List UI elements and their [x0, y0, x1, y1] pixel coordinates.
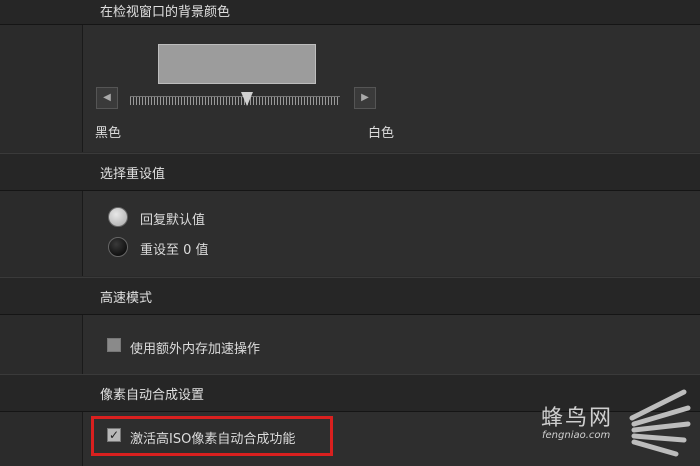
extra-memory-checkbox[interactable] — [107, 338, 121, 352]
radio-reset-zero[interactable] — [108, 237, 128, 257]
extra-memory-label: 使用额外内存加速操作 — [130, 342, 261, 357]
watermark-subtitle: fengniao.com — [542, 430, 611, 441]
reset-section-body — [0, 191, 700, 276]
bg-color-slider-thumb[interactable] — [241, 92, 253, 106]
speed-section-body — [0, 315, 700, 374]
label-black: 黑色 — [95, 126, 122, 141]
left-arrow-icon: ◀ — [103, 92, 111, 103]
right-arrow-icon: ▶ — [361, 92, 369, 103]
highlight-box — [91, 416, 333, 456]
bg-color-slider-track[interactable] — [130, 96, 340, 105]
radio-reset-zero-label: 重设至 0 值 — [140, 243, 209, 258]
bg-color-preview-swatch — [158, 44, 316, 84]
speed-title: 高速模式 — [100, 291, 153, 306]
slider-left-button[interactable]: ◀ — [96, 87, 118, 109]
radio-restore-default-label: 回复默认值 — [140, 213, 206, 228]
watermark-title: 蜂鸟网 — [541, 406, 614, 431]
radio-restore-default[interactable] — [108, 207, 128, 227]
bg-color-title: 在检视窗口的背景颜色 — [100, 5, 231, 20]
watermark-logo-icon — [629, 389, 691, 457]
speed-header: 高速模式 — [0, 277, 700, 315]
reset-title: 选择重设值 — [100, 167, 166, 182]
pixel-title: 像素自动合成设置 — [100, 388, 205, 403]
bg-color-header: 在检视窗口的背景颜色 — [0, 0, 700, 25]
reset-header: 选择重设值 — [0, 153, 700, 191]
slider-right-button[interactable]: ▶ — [354, 87, 376, 109]
label-white: 白色 — [368, 126, 395, 141]
